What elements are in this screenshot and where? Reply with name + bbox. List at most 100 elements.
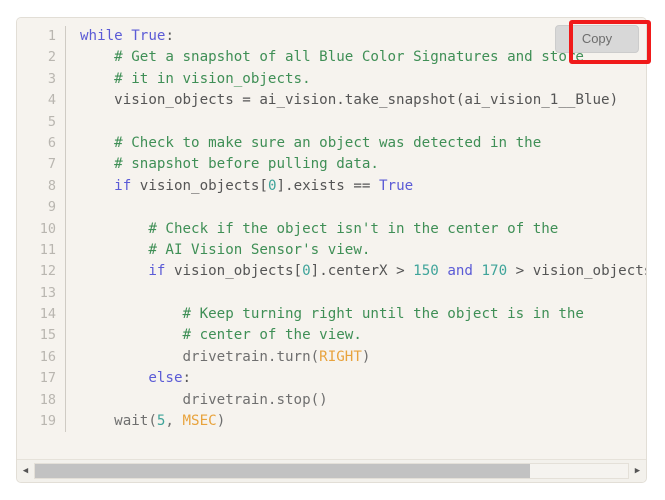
- line-number: 7: [47, 156, 56, 173]
- code-line: 18 drivetrain.stop(): [17, 389, 646, 412]
- code-token: vision_objects[: [131, 177, 268, 194]
- code-line: 19 wait(5, MSEC): [17, 411, 646, 433]
- line-number: 3: [47, 70, 56, 87]
- code-line: 4 vision_objects = ai_vision.take_snapsh…: [17, 90, 646, 112]
- code-line: 9: [17, 197, 646, 219]
- code-token: # it in vision_objects.: [80, 70, 311, 87]
- code-line-text: wait(5, MSEC): [66, 411, 646, 432]
- line-number: 5: [47, 113, 56, 130]
- code-line: 11 # AI Vision Sensor's view.: [17, 239, 646, 262]
- scrollbar-track[interactable]: [34, 463, 629, 479]
- line-number: 18: [39, 391, 56, 408]
- scroll-right-arrow-icon[interactable]: ▶: [629, 460, 646, 482]
- code-line: 10 # Check if the object isn't in the ce…: [17, 218, 646, 240]
- code-token: if: [148, 263, 166, 280]
- code-token: drivetrain.turn(: [80, 348, 320, 365]
- code-token: wait(: [80, 413, 157, 430]
- code-line-text: # it in vision_objects.: [66, 69, 646, 90]
- code-line-text: else:: [66, 368, 646, 389]
- gutter-divider: [65, 197, 66, 219]
- line-number: 11: [39, 241, 56, 258]
- horizontal-scrollbar[interactable]: ◀ ▶: [17, 459, 646, 482]
- line-number: 2: [47, 49, 56, 66]
- code-token: :: [165, 28, 174, 44]
- line-number: 12: [39, 263, 56, 280]
- code-line-text: # Check to make sure an object was detec…: [66, 133, 646, 154]
- code-line: 12 if vision_objects[0].centerX > 150 an…: [17, 261, 646, 283]
- code-token: 150: [413, 263, 439, 280]
- code-line: 6 # Check to make sure an object was det…: [17, 132, 646, 155]
- code-token: if: [114, 177, 132, 194]
- code-line: 15 # center of the view.: [17, 325, 646, 347]
- code-token: vision_objects[: [165, 263, 303, 280]
- scrollbar-thumb[interactable]: [35, 464, 531, 478]
- code-line-text: vision_objects = ai_vision.take_snapshot…: [66, 90, 646, 111]
- code-line: 3 # it in vision_objects.: [17, 68, 646, 91]
- code-line: 8 if vision_objects[0].exists == True: [17, 175, 646, 198]
- code-line-text: # snapshot before pulling data.: [66, 154, 646, 175]
- code-token: # AI Vision Sensor's view.: [80, 241, 371, 258]
- code-token: ,: [165, 413, 183, 430]
- code-token: ].exists ==: [276, 177, 379, 194]
- code-line: 14 # Keep turning right until the object…: [17, 304, 646, 326]
- code-token: # center of the view.: [80, 327, 362, 344]
- gutter-divider: [65, 282, 66, 305]
- code-line: 13: [17, 282, 646, 305]
- code-line-text: # AI Vision Sensor's view.: [66, 240, 646, 261]
- code-scroll-area: 1 while True: 2 # Get a snapshot of all Bl…: [17, 18, 646, 460]
- code-token: # Keep turning right until the object is…: [80, 306, 584, 323]
- code-token: # Check if the object isn't in the cente…: [80, 220, 559, 237]
- code-token: drivetrain.stop(): [80, 391, 328, 408]
- code-token: 0: [302, 263, 311, 280]
- line-number: 19: [39, 413, 56, 430]
- copy-button[interactable]: Copy: [555, 25, 639, 53]
- line-number: 1: [47, 28, 56, 44]
- copy-button-container: Copy: [555, 25, 639, 53]
- code-token: ].centerX >: [310, 263, 414, 280]
- line-number: 6: [47, 134, 56, 151]
- code-token: RIGHT: [319, 348, 362, 365]
- code-line-text: drivetrain.stop(): [66, 390, 646, 411]
- line-number: 16: [39, 348, 56, 365]
- code-token: ): [361, 348, 371, 365]
- code-line-text: # Keep turning right until the object is…: [66, 304, 646, 325]
- scroll-left-arrow-icon[interactable]: ◀: [17, 460, 34, 482]
- code-token: # Get a snapshot of all Blue Color Signa…: [80, 49, 584, 66]
- code-token: # snapshot before pulling data.: [80, 156, 379, 173]
- line-number: 8: [47, 177, 56, 194]
- line-number: 17: [39, 370, 56, 387]
- gutter-divider: [65, 111, 66, 133]
- code-line-text: if vision_objects[0].exists == True: [66, 176, 646, 197]
- code-token: True: [131, 28, 166, 44]
- code-token: and: [447, 263, 473, 280]
- code-line: 16 drivetrain.turn(RIGHT): [17, 346, 646, 369]
- code-token: True: [378, 177, 414, 194]
- code-token: 170: [481, 263, 508, 280]
- code-line: 2 # Get a snapshot of all Blue Color Sig…: [17, 47, 646, 69]
- code-line: 1 while True:: [17, 26, 646, 48]
- code-line-text: # center of the view.: [66, 325, 646, 346]
- line-number: 10: [39, 220, 56, 237]
- code-block-panel: 1 while True: 2 # Get a snapshot of all Bl…: [16, 17, 647, 483]
- code-token: :: [182, 370, 192, 387]
- line-number: 9: [47, 199, 56, 216]
- line-number: 4: [47, 92, 56, 109]
- code-line-text: if vision_objects[0].centerX > 150 and 1…: [66, 261, 646, 282]
- code-line-text: # Check if the object isn't in the cente…: [66, 219, 646, 240]
- code-token: while: [80, 28, 123, 44]
- code-token: vision_objects = ai_vision.take_snapshot…: [80, 92, 619, 109]
- code-line-list: 1 while True: 2 # Get a snapshot of all Bl…: [17, 26, 646, 433]
- code-line-text: drivetrain.turn(RIGHT): [66, 347, 646, 368]
- code-token: ): [216, 413, 226, 430]
- code-line: 7 # snapshot before pulling data.: [17, 154, 646, 176]
- code-line: 17 else:: [17, 368, 646, 390]
- line-number: 13: [39, 284, 56, 301]
- line-number: 15: [39, 327, 56, 344]
- line-number: 14: [39, 306, 56, 323]
- screenshot-viewport: 1 while True: 2 # Get a snapshot of all Bl…: [0, 0, 665, 500]
